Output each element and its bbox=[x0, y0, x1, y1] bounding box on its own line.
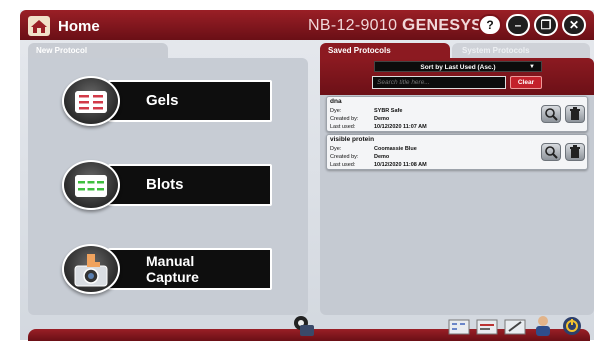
manual-capture-label: Manual Capture bbox=[108, 248, 272, 290]
saved-protocols-panel: Sort by Last Used (Asc.) ▼ Clear dna Dye… bbox=[320, 58, 594, 315]
view-button[interactable] bbox=[541, 105, 561, 123]
tab-saved-protocols[interactable]: Saved Protocols bbox=[320, 43, 450, 59]
restore-button[interactable]: ❐ bbox=[534, 14, 558, 36]
home-button[interactable]: Home bbox=[28, 15, 128, 37]
app-window: Home NB-12-9010 GENESYS ? – ❐ ✕ New Prot… bbox=[20, 10, 594, 341]
tab-system-protocols[interactable]: System Protocols bbox=[452, 43, 590, 59]
tab-new-protocol[interactable]: New Protocol bbox=[28, 43, 168, 59]
blots-button[interactable]: Blots bbox=[62, 160, 272, 210]
window-controls: ? – ❐ ✕ bbox=[478, 14, 586, 36]
title-bar: Home NB-12-9010 GENESYS ? – ❐ ✕ bbox=[20, 10, 594, 40]
home-label: Home bbox=[58, 17, 100, 35]
card-created-by: Created by: Demo bbox=[330, 154, 390, 160]
trash-icon bbox=[570, 107, 580, 120]
settings-tool-icon[interactable] bbox=[292, 315, 316, 337]
brand-name: GENESYS bbox=[402, 15, 483, 34]
gel-lanes-icon bbox=[75, 91, 107, 113]
gel-image-icon[interactable] bbox=[448, 319, 470, 335]
device-model: NB-12-9010 bbox=[308, 17, 398, 34]
sort-dropdown[interactable]: Sort by Last Used (Asc.) ▼ bbox=[374, 61, 542, 72]
card-dye: Dye: SYBR Safe bbox=[330, 108, 403, 114]
magnifier-icon bbox=[545, 108, 558, 121]
clear-button[interactable]: Clear bbox=[510, 76, 542, 89]
card-created-by: Created by: Demo bbox=[330, 116, 390, 122]
blot-lanes-icon bbox=[75, 175, 107, 197]
magnifier-icon bbox=[545, 146, 558, 159]
users-icon[interactable] bbox=[532, 315, 554, 337]
protocol-card[interactable]: dna Dye: SYBR Safe Created by: Demo Last u… bbox=[326, 96, 588, 132]
gels-label: Gels bbox=[108, 80, 272, 122]
card-title: dna bbox=[330, 98, 342, 105]
help-button[interactable]: ? bbox=[478, 14, 502, 36]
shutdown-icon[interactable] bbox=[560, 315, 584, 337]
view-button[interactable] bbox=[541, 143, 561, 161]
new-protocol-panel: Gels Blots Manual Capture bbox=[28, 58, 308, 315]
close-button[interactable]: ✕ bbox=[562, 14, 586, 36]
card-dye: Dye: Coomassie Blue bbox=[330, 146, 417, 152]
edit-images-icon[interactable] bbox=[504, 319, 526, 335]
device-title: NB-12-9010 GENESYS bbox=[308, 15, 482, 35]
camera-hand-icon bbox=[74, 254, 108, 287]
dropdown-arrow-icon: ▼ bbox=[529, 64, 535, 70]
delete-button[interactable] bbox=[565, 105, 585, 123]
gels-icon bbox=[62, 76, 120, 126]
manual-capture-icon bbox=[62, 244, 120, 294]
trash-icon bbox=[570, 145, 580, 158]
card-title: visible protein bbox=[330, 136, 375, 143]
card-last-used: Last used: 10/12/2020 11:07 AM bbox=[330, 124, 427, 130]
search-input[interactable] bbox=[372, 76, 506, 89]
card-last-used: Last used: 10/12/2020 11:08 AM bbox=[330, 162, 427, 168]
blots-icon bbox=[62, 160, 120, 210]
blots-label: Blots bbox=[108, 164, 272, 206]
minimize-button[interactable]: – bbox=[506, 14, 530, 36]
gels-button[interactable]: Gels bbox=[62, 76, 272, 126]
home-icon bbox=[28, 16, 50, 36]
delete-button[interactable] bbox=[565, 143, 585, 161]
search-area: Sort by Last Used (Asc.) ▼ Clear bbox=[320, 58, 594, 95]
view-images-icon[interactable] bbox=[476, 319, 498, 335]
manual-capture-button[interactable]: Manual Capture bbox=[62, 244, 272, 294]
protocol-card[interactable]: visible protein Dye: Coomassie Blue Creat… bbox=[326, 134, 588, 170]
